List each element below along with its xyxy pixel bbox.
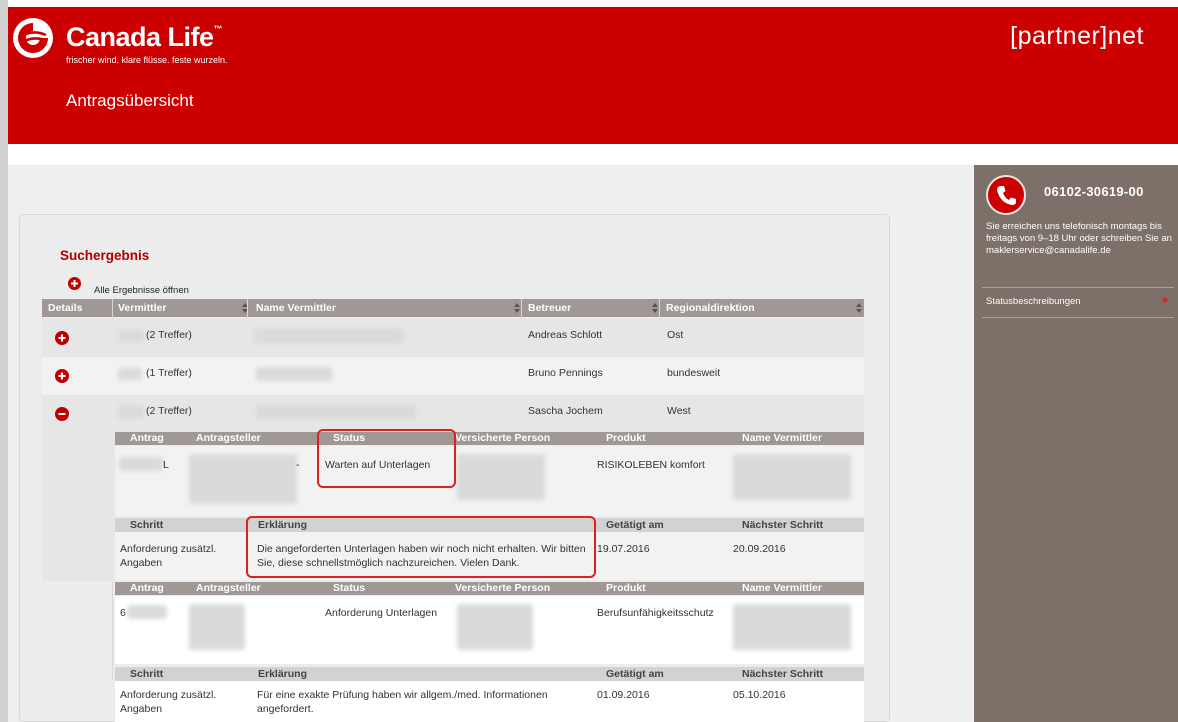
explanation-highlight-box	[246, 516, 596, 578]
expand-all-plus-icon[interactable]	[68, 277, 81, 290]
col-antragsteller: Antragsteller	[196, 432, 261, 444]
left-border	[0, 0, 8, 722]
redacted-name	[254, 329, 404, 343]
canada-life-logo-icon[interactable]	[12, 17, 54, 59]
col-regionaldirektion[interactable]: Regionaldirektion	[666, 302, 755, 314]
col-naechster-schritt: Nächster Schritt	[742, 519, 824, 531]
betreuer: Sascha Jochem	[528, 405, 603, 417]
schritt-value: Anforderung zusätzl. Angaben	[120, 543, 217, 569]
col-name-vermittler: Name Vermittler	[742, 582, 822, 594]
status-highlight-box	[317, 429, 456, 488]
region: bundesweit	[667, 367, 721, 379]
redacted-versicherte-person	[457, 454, 545, 500]
antragsteller-suffix: -	[296, 459, 300, 471]
antrag-row[interactable]: 6 Anforderung Unterlagen Berufsunfähigke…	[115, 596, 864, 664]
betreuer: Bruno Pennings	[528, 367, 603, 379]
results-table-header: Details Vermittler Name Vermittler Betre…	[42, 299, 864, 317]
step-row: Anforderung zusätzl. Angaben Für eine ex…	[115, 681, 864, 722]
antrag-table-header: Antrag Antragsteller Status Versicherte …	[115, 432, 864, 445]
col-details: Details	[48, 302, 83, 314]
redacted-vermittler	[733, 604, 851, 650]
header-spacer	[8, 144, 974, 165]
col-antragsteller: Antragsteller	[196, 582, 261, 594]
diamond-arrow-icon[interactable]: ◆	[1162, 295, 1168, 304]
col-antrag: Antrag	[130, 432, 164, 444]
phone-number[interactable]: 06102-30619-00	[1044, 184, 1144, 199]
col-versicherte-person: Versicherte Person	[455, 582, 551, 594]
redacted-versicherte-person	[457, 604, 533, 650]
redacted-antrag	[127, 605, 167, 619]
redacted-name	[256, 405, 416, 419]
produkt-value: Berufsunfähigkeitsschutz	[597, 607, 714, 619]
treffer-count: (2 Treffer)	[146, 405, 192, 417]
region: Ost	[667, 329, 684, 341]
redacted-id	[118, 368, 142, 380]
status-value: Anforderung Unterlagen	[325, 607, 438, 619]
naechster-schritt-value: 20.09.2016	[733, 543, 786, 555]
phone-icon	[986, 175, 1026, 215]
sidebar-divider	[982, 287, 1174, 288]
treffer-count: (1 Treffer)	[146, 367, 192, 379]
col-produkt: Produkt	[606, 582, 646, 594]
redacted-antragsteller	[189, 604, 245, 650]
redacted-antrag	[119, 457, 163, 471]
table-row[interactable]: (1 Treffer) Bruno Pennings bundesweit	[42, 357, 864, 395]
contact-sidebar: 06102-30619-00 Sie erreichen uns telefon…	[974, 165, 1178, 722]
brand-name[interactable]: Canada Life™	[66, 22, 223, 53]
col-antrag: Antrag	[130, 582, 164, 594]
contact-info-text: Sie erreichen uns telefonisch montags bi…	[986, 221, 1172, 256]
region: West	[667, 405, 691, 417]
redacted-id	[118, 406, 144, 418]
antrag-prefix: 6	[120, 607, 126, 619]
collapse-minus-icon[interactable]	[55, 407, 69, 421]
col-vermittler[interactable]: Vermittler	[118, 302, 166, 314]
schritt-value: Anforderung zusätzl. Angaben	[120, 689, 217, 715]
getaetigt-am-value: 19.07.2016	[597, 543, 650, 555]
col-getaetigt-am: Getätigt am	[606, 519, 664, 531]
redacted-antragsteller	[189, 454, 297, 504]
expand-all-label[interactable]: Alle Ergebnisse öffnen	[94, 285, 189, 296]
brand-tagline: frischer wind. klare flüsse. feste wurze…	[66, 55, 228, 65]
col-versicherte-person: Versicherte Person	[455, 432, 551, 444]
produkt-value: RISIKOLEBEN komfort	[597, 459, 705, 471]
treffer-count: (2 Treffer)	[146, 329, 192, 341]
col-betreuer[interactable]: Betreuer	[528, 302, 571, 314]
getaetigt-am-value: 01.09.2016	[597, 689, 650, 701]
col-erklaerung: Erklärung	[258, 668, 308, 680]
sort-icon[interactable]	[514, 303, 520, 313]
table-row-expanded[interactable]: (2 Treffer) Sascha Jochem West	[42, 395, 864, 433]
top-border	[0, 0, 1178, 7]
erklaerung-value: Für eine exakte Prüfung haben wir allgem…	[257, 689, 548, 715]
col-produkt: Produkt	[606, 432, 646, 444]
redacted-id	[118, 330, 144, 342]
col-status: Status	[333, 582, 366, 594]
table-row[interactable]: (2 Treffer) Andreas Schlott Ost	[42, 319, 864, 357]
antrag-row[interactable]: L - Warten auf Unterlagen RISIKOLEBEN ko…	[115, 446, 864, 516]
step-table-header: Schritt Erklärung Getätigt am Nächster S…	[115, 667, 864, 681]
expand-plus-icon[interactable]	[55, 331, 69, 345]
antrag-suffix: L	[163, 459, 169, 471]
col-name-vermittler[interactable]: Name Vermittler	[256, 302, 336, 314]
results-title: Suchergebnis	[60, 248, 150, 263]
sort-icon[interactable]	[856, 303, 862, 313]
col-name-vermittler: Name Vermittler	[742, 432, 822, 444]
col-schritt: Schritt	[130, 668, 164, 680]
col-getaetigt-am: Getätigt am	[606, 668, 664, 680]
antrag-table-header: Antrag Antragsteller Status Versicherte …	[115, 582, 864, 595]
naechster-schritt-value: 05.10.2016	[733, 689, 786, 701]
sort-icon[interactable]	[652, 303, 658, 313]
details-gutter	[42, 431, 115, 581]
portal-name: [partner]net	[1010, 22, 1144, 50]
col-schritt: Schritt	[130, 519, 164, 531]
redacted-name	[256, 367, 332, 381]
expand-plus-icon[interactable]	[55, 369, 69, 383]
page-title: Antragsübersicht	[66, 91, 194, 110]
status-descriptions-link[interactable]: Statusbeschreibungen	[986, 296, 1081, 307]
col-naechster-schritt: Nächster Schritt	[742, 668, 824, 680]
redacted-vermittler	[733, 454, 851, 500]
site-header: Canada Life™ frischer wind. klare flüsse…	[8, 7, 1178, 144]
betreuer: Andreas Schlott	[528, 329, 603, 341]
sidebar-divider	[982, 317, 1174, 318]
